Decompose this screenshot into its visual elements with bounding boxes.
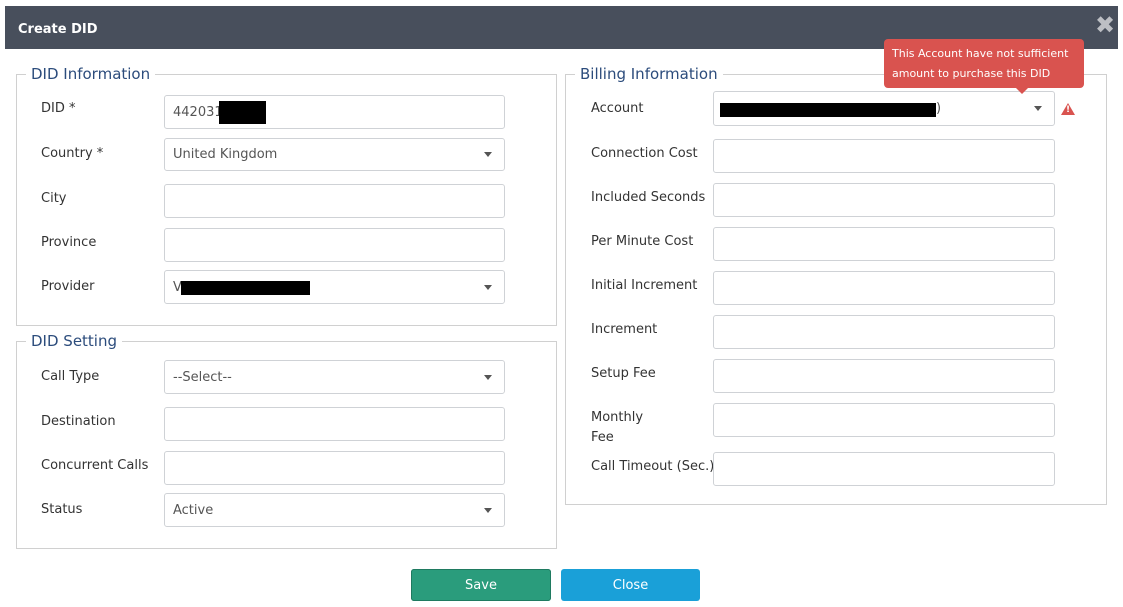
did-information-legend: DID Information (26, 65, 156, 83)
city-input[interactable] (164, 184, 505, 218)
call-type-label: Call Type (41, 369, 100, 384)
concurrent-calls-input[interactable] (164, 451, 505, 485)
monthly-fee-label-line2: Fee (591, 430, 614, 445)
status-select[interactable]: Active (164, 493, 505, 527)
monthly-fee-input[interactable] (713, 403, 1055, 437)
country-select[interactable]: United Kingdom (164, 138, 505, 171)
concurrent-calls-label: Concurrent Calls (41, 458, 149, 473)
chevron-down-icon (1034, 106, 1042, 111)
chevron-down-icon (484, 375, 492, 380)
account-label: Account (591, 101, 644, 116)
monthly-fee-label-line1: Monthly (591, 410, 644, 425)
insufficient-funds-tooltip: This Account have not sufficient amount … (884, 39, 1084, 88)
tooltip-line2: amount to purchase this DID (892, 67, 1051, 80)
warning-icon-mark: ! (1065, 105, 1071, 115)
city-label: City (41, 191, 67, 206)
setup-fee-label: Setup Fee (591, 366, 656, 381)
tooltip-line1: This Account have not sufficient (892, 47, 1069, 60)
chevron-down-icon (484, 508, 492, 513)
redacted-block (720, 103, 936, 117)
destination-input[interactable] (164, 407, 505, 441)
call-timeout-input[interactable] (713, 452, 1055, 486)
increment-label: Increment (591, 322, 658, 337)
close-icon[interactable]: ✖ (1094, 13, 1116, 37)
close-button[interactable]: Close (561, 569, 700, 601)
status-value: Active (173, 502, 214, 518)
destination-label: Destination (41, 414, 116, 429)
country-label: Country * (41, 146, 104, 161)
status-label: Status (41, 502, 83, 517)
did-label: DID * (41, 101, 76, 116)
provider-label: Provider (41, 279, 95, 294)
chevron-down-icon (484, 152, 492, 157)
province-input[interactable] (164, 228, 505, 262)
redacted-block (181, 281, 310, 295)
connection-cost-label: Connection Cost (591, 146, 698, 161)
did-setting-legend: DID Setting (26, 332, 123, 350)
initial-increment-input[interactable] (713, 271, 1055, 305)
included-seconds-label: Included Seconds (591, 190, 706, 205)
per-minute-cost-input[interactable] (713, 227, 1055, 261)
initial-increment-label: Initial Increment (591, 278, 698, 293)
did-input[interactable]: 4420314 (164, 95, 505, 129)
tooltip-arrow (1016, 88, 1028, 94)
included-seconds-input[interactable] (713, 183, 1055, 217)
redacted-block (219, 101, 266, 124)
call-type-value: --Select-- (173, 369, 232, 385)
country-value: United Kingdom (173, 147, 278, 162)
setup-fee-input[interactable] (713, 359, 1055, 393)
increment-input[interactable] (713, 315, 1055, 349)
dialog-title: Create DID (18, 22, 98, 37)
account-value-suffix: ) (936, 101, 942, 116)
save-button[interactable]: Save (411, 569, 551, 601)
call-type-select[interactable]: --Select-- (164, 360, 505, 394)
call-timeout-label: Call Timeout (Sec.) (591, 459, 715, 474)
province-label: Province (41, 235, 97, 250)
billing-information-legend: Billing Information (575, 65, 723, 83)
chevron-down-icon (484, 285, 492, 290)
per-minute-cost-label: Per Minute Cost (591, 234, 694, 249)
connection-cost-input[interactable] (713, 139, 1055, 173)
